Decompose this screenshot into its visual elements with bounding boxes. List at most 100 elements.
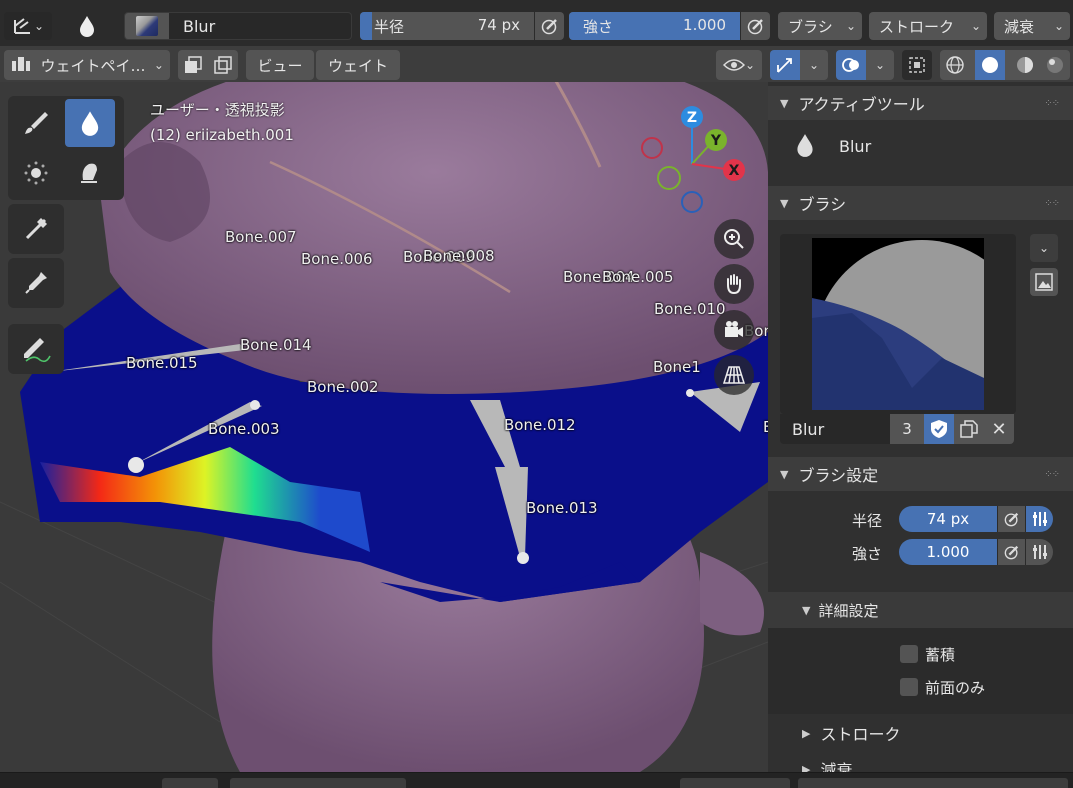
3d-viewport[interactable]: ユーザー・透視投影 (12) eriizabeth.001 Bone.007 B… xyxy=(0,82,768,772)
front-faces-checkbox[interactable] xyxy=(900,678,918,696)
gradient-tool[interactable] xyxy=(11,205,61,253)
strength-pressure-button[interactable] xyxy=(740,12,770,40)
drag-grip-icon[interactable]: ⁘⁘ xyxy=(1044,469,1060,480)
blur-tool-button[interactable] xyxy=(72,12,102,40)
stroke-menu[interactable]: ストローク ⌄ xyxy=(869,12,987,40)
editor-type-button[interactable]: ⌄ xyxy=(4,12,52,40)
duplicate-brush-button[interactable] xyxy=(954,414,984,444)
brush-settings-header[interactable]: ▼ ブラシ設定 ⁘⁘ xyxy=(768,457,1073,491)
bone-label: Bone.014 xyxy=(240,336,312,354)
hand-icon xyxy=(727,274,741,295)
solid-shading-button[interactable] xyxy=(975,50,1005,80)
falloff-subpanel-header[interactable]: ▶ 減衰 xyxy=(768,752,1073,772)
stroke-title: ストローク xyxy=(820,725,901,744)
fake-user-toggle[interactable] xyxy=(924,414,954,444)
mode-selector[interactable]: ウェイトペイ… ⌄ xyxy=(4,50,170,80)
brush-preview-thumb[interactable] xyxy=(125,13,169,39)
gizmo-icon xyxy=(777,58,792,73)
strength-label: 強さ xyxy=(583,18,614,36)
chevron-down-icon: ⌄ xyxy=(1053,19,1064,33)
brush-browse-dropdown[interactable]: ⌄ xyxy=(1030,234,1058,262)
sample-toolbox xyxy=(8,258,64,308)
stroke-menu-label: ストローク xyxy=(879,17,955,36)
unified-settings-icon xyxy=(1032,545,1047,559)
radius-pressure-button[interactable] xyxy=(534,12,564,40)
brush-user-count[interactable]: 3 xyxy=(890,414,924,444)
gizmo-dropdown[interactable]: ⌄ xyxy=(800,50,828,80)
advanced-subpanel-header[interactable]: ▼ 詳細設定 xyxy=(768,592,1073,628)
falloff-menu[interactable]: 減衰 ⌄ xyxy=(994,12,1070,40)
strength-unified-toggle[interactable] xyxy=(1025,539,1053,565)
bone-label: Bone.006 xyxy=(301,250,373,268)
smear-tool[interactable] xyxy=(65,149,115,197)
chevron-down-icon: ⌄ xyxy=(808,58,820,72)
mask-toggle-group[interactable] xyxy=(178,50,238,80)
expand-triangle-icon: ▼ xyxy=(802,603,811,617)
eye-icon xyxy=(722,59,745,71)
active-tool-icon xyxy=(794,132,816,162)
gizmo-z-label: Z xyxy=(687,110,697,126)
front-faces-label: 前面のみ xyxy=(925,679,986,697)
annotate-pencil-icon xyxy=(24,338,51,363)
perspective-toggle-button[interactable] xyxy=(714,355,754,395)
vertex-mask-icon xyxy=(214,56,232,74)
strength-field[interactable]: 強さ 1.000 xyxy=(569,12,740,40)
gizmo-toggle[interactable] xyxy=(770,50,800,80)
drag-grip-icon[interactable]: ⁘⁘ xyxy=(1044,198,1060,209)
blur-tool[interactable] xyxy=(65,99,115,147)
radius-field[interactable]: 半径 74 px xyxy=(360,12,534,40)
paint-toolbox xyxy=(8,96,124,200)
brush-section-header[interactable]: ▼ ブラシ ⁘⁘ xyxy=(768,186,1073,220)
radius-fill xyxy=(360,12,373,40)
expand-triangle-icon: ▼ xyxy=(780,467,789,481)
face-mask-icon xyxy=(185,56,202,73)
radius-field[interactable]: 74 px xyxy=(899,506,997,532)
stroke-subpanel-header[interactable]: ▶ ストローク xyxy=(768,716,1073,750)
smear-finger-icon xyxy=(81,163,97,183)
view-menu[interactable]: ビュー xyxy=(246,50,314,80)
weight-menu[interactable]: ウェイト xyxy=(316,50,400,80)
sample-weight-tool[interactable] xyxy=(11,259,61,307)
brush-menu[interactable]: ブラシ ⌄ xyxy=(778,12,862,40)
perspective-grid-icon xyxy=(722,366,746,384)
zoom-in-icon xyxy=(724,229,744,249)
brush-image-button[interactable] xyxy=(1030,268,1058,296)
navigation-gizmo[interactable]: Z Y X xyxy=(634,102,754,222)
radius-pressure-button[interactable] xyxy=(997,506,1025,532)
unified-settings-icon xyxy=(1032,512,1047,526)
brush-datablock-name: Blur xyxy=(792,419,825,439)
xray-toggle[interactable] xyxy=(902,50,932,80)
falloff-title: 減衰 xyxy=(820,761,853,772)
active-tool-name: Blur xyxy=(839,137,872,156)
radius-unit-toggle[interactable] xyxy=(1025,506,1053,532)
active-tool-title: アクティブツール xyxy=(798,95,925,114)
brush-settings-title: ブラシ設定 xyxy=(798,466,879,485)
visibility-dropdown[interactable]: ⌄ xyxy=(716,50,762,80)
active-tool-header[interactable]: ▼ アクティブツール ⁘⁘ xyxy=(768,86,1073,120)
pan-button[interactable] xyxy=(714,264,754,304)
overlay-dropdown[interactable]: ⌄ xyxy=(866,50,894,80)
strength-pressure-button[interactable] xyxy=(997,539,1025,565)
wireframe-shading-icon xyxy=(946,56,964,74)
bone-label: Bone.013 xyxy=(526,499,598,517)
unlink-brush-button[interactable]: ✕ xyxy=(984,414,1014,444)
strength-field[interactable]: 1.000 xyxy=(899,539,997,565)
draw-tool[interactable] xyxy=(11,99,61,147)
annotate-tool[interactable] xyxy=(11,325,61,373)
gizmo-x-label: X xyxy=(729,163,740,179)
drag-grip-icon[interactable]: ⁘⁘ xyxy=(1044,98,1060,109)
accumulate-checkbox[interactable] xyxy=(900,645,918,663)
average-tool[interactable] xyxy=(11,149,61,197)
advanced-title: 詳細設定 xyxy=(818,601,879,620)
brush-name-field[interactable]: Blur xyxy=(780,414,890,444)
brush-selector[interactable]: Blur xyxy=(124,12,352,40)
chevron-down-icon: ⌄ xyxy=(845,19,856,33)
shading-group[interactable] xyxy=(940,50,1070,80)
overlay-toggle[interactable] xyxy=(836,50,866,80)
brush-preview-box[interactable] xyxy=(780,234,1016,414)
brush-icon xyxy=(25,112,48,134)
zoom-button[interactable] xyxy=(714,219,754,259)
brush-texture-preview xyxy=(812,238,984,410)
advanced-subpanel-body xyxy=(768,628,1073,714)
camera-view-button[interactable] xyxy=(714,310,754,350)
